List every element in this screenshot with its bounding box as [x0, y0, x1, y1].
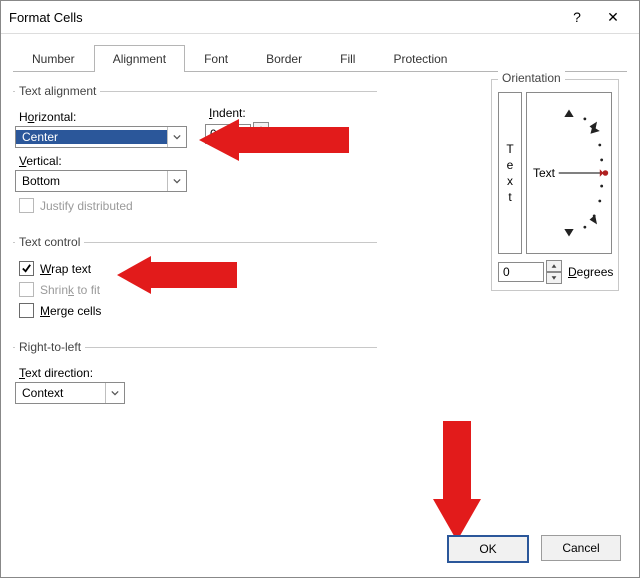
check-shrink-to-fit: Shrink to fit	[19, 282, 375, 297]
tab-font[interactable]: Font	[185, 45, 247, 72]
group-text-alignment: Text alignment Horizontal: Center Indent…	[13, 84, 377, 223]
orientation-vertical-text[interactable]: Text	[498, 92, 522, 254]
group-text-control: Text control Wrap text Shrink to fit Mer…	[13, 235, 377, 328]
legend-right-to-left: Right-to-left	[15, 340, 85, 354]
label-indent: Indent:	[209, 106, 269, 120]
chevron-down-icon	[167, 127, 186, 147]
degrees-down-button[interactable]	[546, 272, 562, 284]
help-button[interactable]: ?	[559, 3, 595, 31]
close-button[interactable]: ✕	[595, 3, 631, 31]
tab-protection[interactable]: Protection	[374, 45, 466, 72]
dialog-title: Format Cells	[9, 10, 559, 25]
vertical-select[interactable]: Bottom	[15, 170, 187, 192]
checkbox-icon	[19, 261, 34, 276]
titlebar: Format Cells ? ✕	[1, 1, 639, 34]
chevron-down-icon	[167, 171, 186, 191]
indent-input[interactable]	[205, 124, 251, 144]
check-merge-cells[interactable]: Merge cells	[19, 303, 375, 318]
label-horizontal: Horizontal:	[19, 110, 375, 124]
tab-row: Number Alignment Font Border Fill Protec…	[1, 34, 639, 71]
check-justify-distributed: Justify distributed	[19, 198, 375, 213]
button-row: OK Cancel	[447, 535, 621, 563]
orientation-text-label: Text	[533, 166, 555, 180]
annotation-arrow-3	[433, 421, 481, 541]
vertical-select-value: Bottom	[16, 174, 167, 188]
tab-alignment[interactable]: Alignment	[94, 45, 185, 72]
legend-text-control: Text control	[15, 235, 84, 249]
horizontal-select-value: Center	[16, 130, 167, 144]
label-vertical: Vertical:	[19, 154, 375, 168]
orientation-dial[interactable]: Text	[526, 92, 612, 254]
group-orientation: Orientation Text	[491, 79, 619, 291]
degrees-spinner[interactable]	[498, 260, 562, 284]
horizontal-select[interactable]: Center	[15, 126, 187, 148]
chevron-down-icon	[105, 383, 124, 403]
legend-orientation: Orientation	[498, 71, 565, 85]
ok-button[interactable]: OK	[447, 535, 529, 563]
tab-border[interactable]: Border	[247, 45, 321, 72]
label-degrees: Degrees	[568, 265, 613, 279]
indent-spinner[interactable]	[205, 122, 269, 146]
tab-number[interactable]: Number	[13, 45, 94, 72]
group-right-to-left: Right-to-left Text direction: Context	[13, 340, 377, 408]
text-direction-value: Context	[16, 386, 105, 400]
checkbox-icon	[19, 198, 34, 213]
cancel-button[interactable]: Cancel	[541, 535, 621, 561]
indent-down-button[interactable]	[253, 134, 269, 146]
tab-fill[interactable]: Fill	[321, 45, 374, 72]
checkbox-icon	[19, 282, 34, 297]
degrees-up-button[interactable]	[546, 260, 562, 272]
format-cells-dialog: Format Cells ? ✕ Number Alignment Font B…	[0, 0, 640, 578]
checkbox-icon	[19, 303, 34, 318]
check-wrap-text[interactable]: Wrap text	[19, 261, 375, 276]
text-direction-select[interactable]: Context	[15, 382, 125, 404]
indent-up-button[interactable]	[253, 122, 269, 134]
label-text-direction: Text direction:	[19, 366, 375, 380]
legend-text-alignment: Text alignment	[15, 84, 100, 98]
degrees-input[interactable]	[498, 262, 544, 282]
